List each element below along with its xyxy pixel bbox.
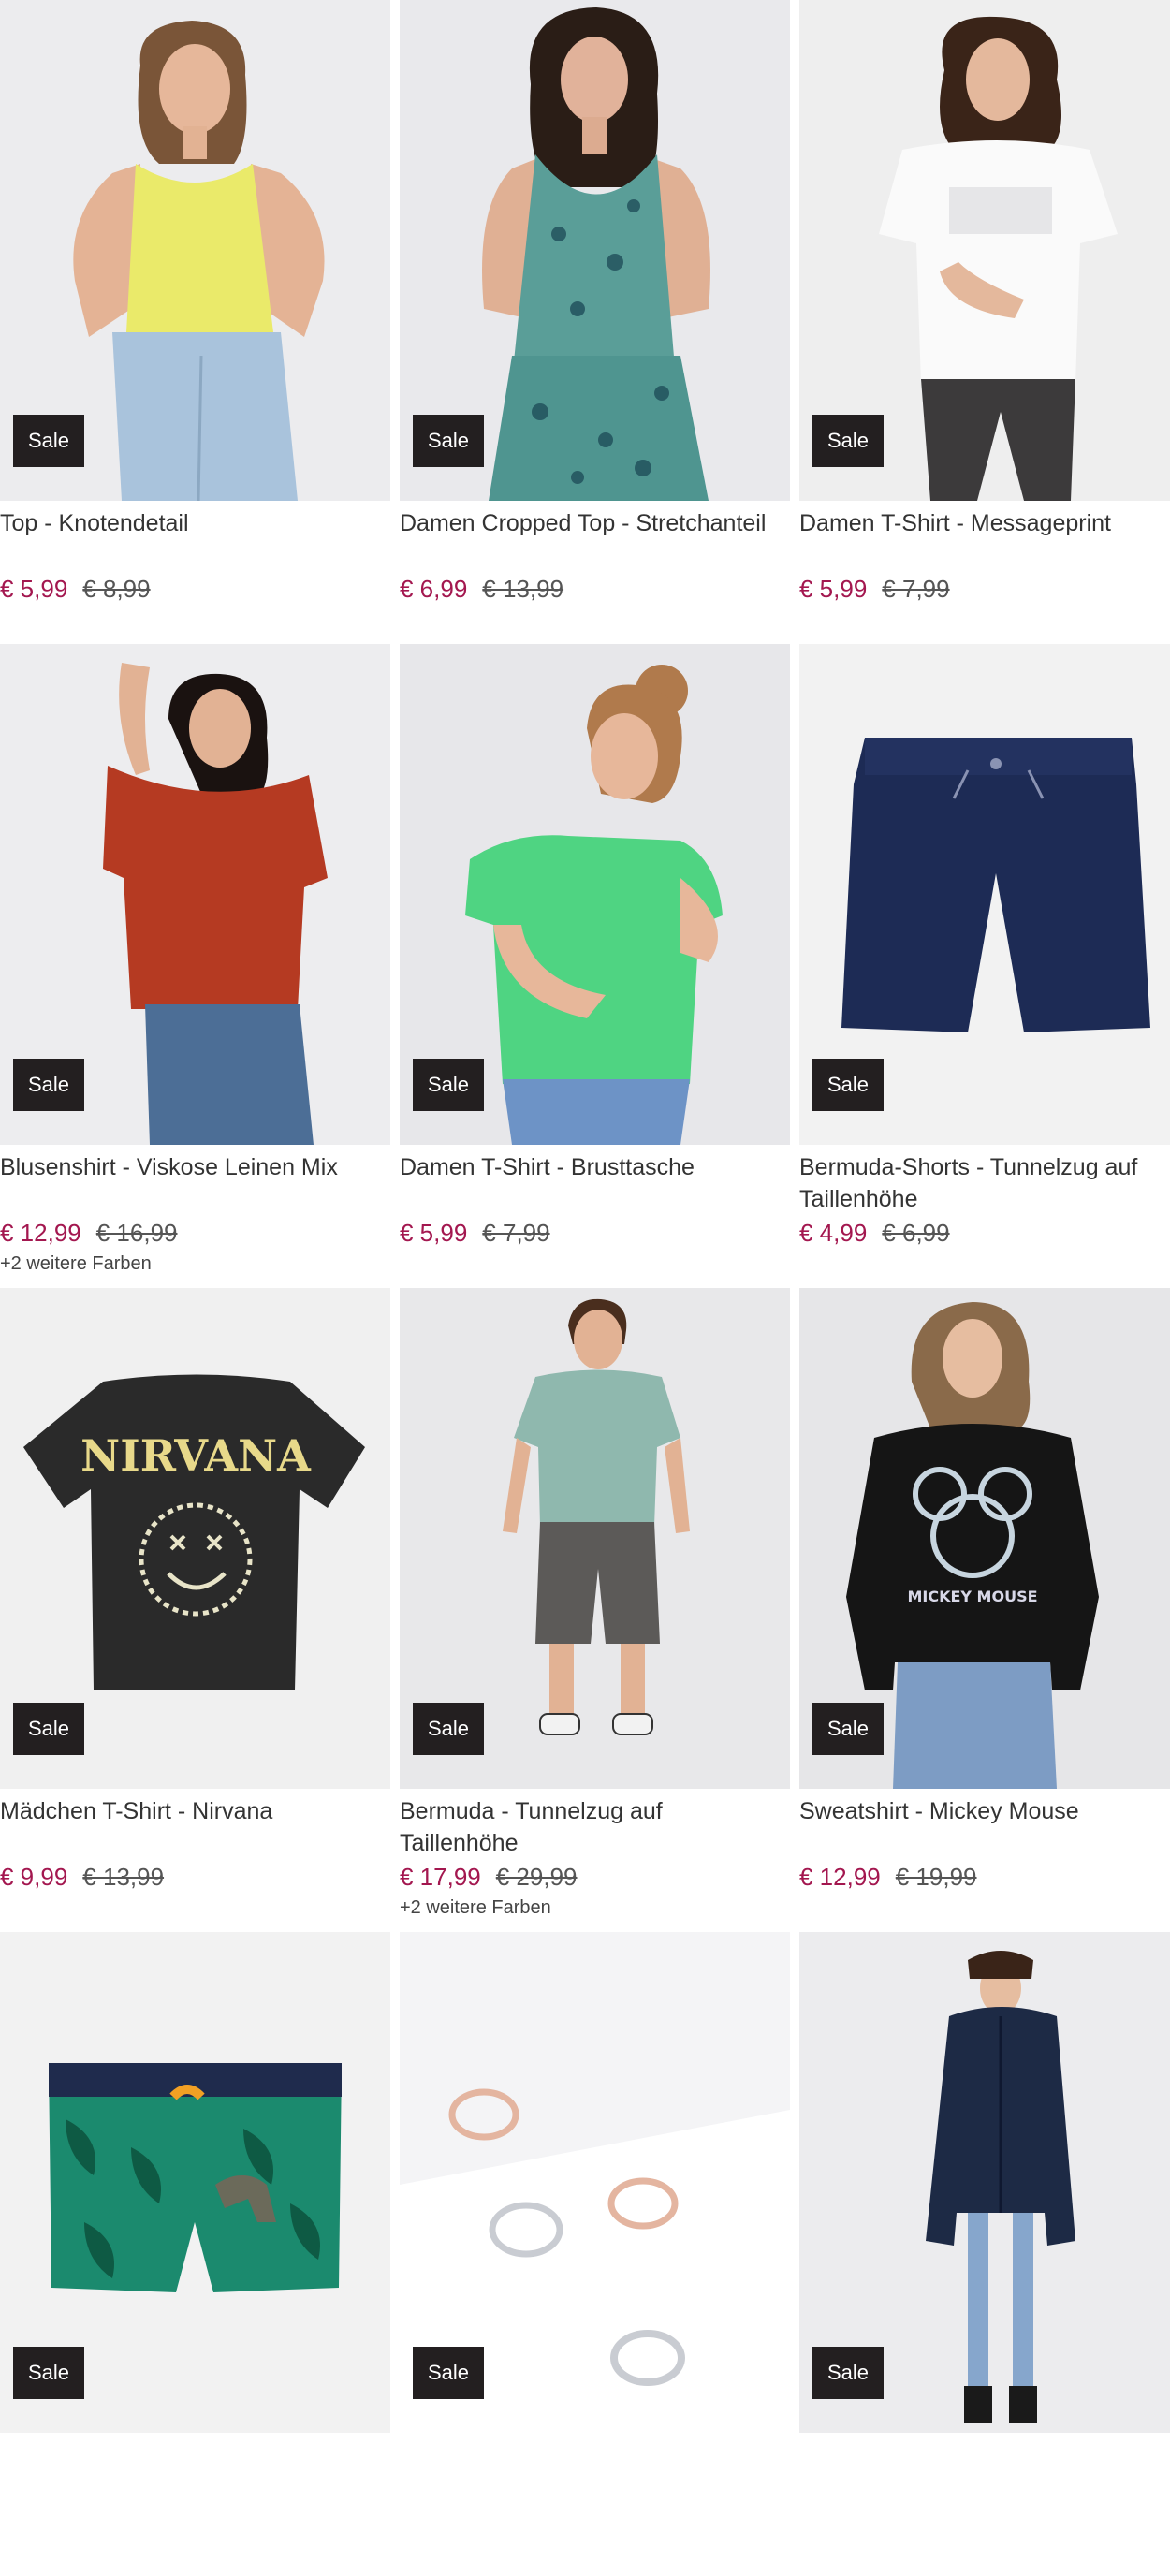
product-image[interactable]: NIRVANA Sale: [0, 1288, 390, 1789]
price-row: € 4,99 € 6,99: [799, 1219, 1170, 1248]
product-card[interactable]: NIRVANA Sale Mädchen T-Shirt - Nirvana €…: [0, 1288, 390, 1932]
original-price: € 13,99: [482, 575, 564, 603]
product-card[interactable]: Sale Damen T-Shirt - Messageprint € 5,99…: [799, 0, 1170, 644]
original-price: € 8,99: [82, 575, 151, 603]
price-row: € 17,99 € 29,99: [400, 1863, 790, 1892]
product-image[interactable]: Sale: [400, 0, 790, 501]
product-name[interactable]: Damen Cropped Top - Stretchanteil: [400, 507, 790, 571]
sale-badge: Sale: [13, 2347, 85, 2399]
price-row: € 5,99 € 8,99: [0, 575, 390, 604]
product-card[interactable]: Sale: [400, 1932, 790, 2576]
product-name[interactable]: Bermuda - Tunnelzug auf Taillenhöhe: [400, 1795, 790, 1859]
product-card[interactable]: Sale Damen Cropped Top - Stretchanteil €…: [400, 0, 790, 644]
sale-badge: Sale: [413, 1703, 485, 1755]
sale-badge: Sale: [812, 2347, 885, 2399]
sale-price: € 12,99: [0, 1219, 81, 1247]
product-image[interactable]: Sale: [400, 644, 790, 1145]
original-price: € 16,99: [95, 1219, 178, 1247]
product-name[interactable]: Damen T-Shirt - Brusttasche: [400, 1151, 790, 1215]
product-image[interactable]: Sale: [400, 1288, 790, 1789]
product-name[interactable]: Top - Knotendetail: [0, 507, 390, 571]
product-image[interactable]: Sale: [799, 644, 1170, 1145]
product-image[interactable]: Sale: [0, 0, 390, 501]
price-row: € 5,99 € 7,99: [799, 575, 1170, 604]
more-colors-link[interactable]: +2 weitere Farben: [0, 1253, 390, 1275]
nirvana-print-text: NIRVANA: [80, 1430, 312, 1481]
original-price: € 19,99: [895, 1863, 977, 1891]
product-name[interactable]: Sweatshirt - Mickey Mouse: [799, 1795, 1170, 1859]
product-image[interactable]: Sale: [799, 1932, 1170, 2433]
product-card[interactable]: Sale Bermuda-Shorts - Tunnelzug auf Tail…: [799, 644, 1170, 1288]
product-grid: Sale Top - Knotendetail € 5,99 € 8,99 Sa…: [0, 0, 1170, 2576]
product-name[interactable]: Blusenshirt - Viskose Leinen Mix: [0, 1151, 390, 1215]
original-price: € 7,99: [882, 575, 950, 603]
product-image[interactable]: Sale: [0, 1932, 390, 2433]
price-row: € 12,99 € 16,99: [0, 1219, 390, 1248]
sale-badge: Sale: [413, 415, 485, 467]
original-price: € 7,99: [482, 1219, 550, 1247]
product-card[interactable]: Sale Blusenshirt - Viskose Leinen Mix € …: [0, 644, 390, 1288]
product-name[interactable]: Bermuda-Shorts - Tunnelzug auf Taillenhö…: [799, 1151, 1170, 1215]
product-card[interactable]: MICKEY MOUSE Sale Sweatshirt - Mickey Mo…: [799, 1288, 1170, 1932]
product-image[interactable]: MICKEY MOUSE Sale: [799, 1288, 1170, 1789]
sale-badge: Sale: [812, 1059, 885, 1111]
product-name[interactable]: Damen T-Shirt - Messageprint: [799, 507, 1170, 571]
product-image[interactable]: Sale: [799, 0, 1170, 501]
sale-price: € 5,99: [400, 1219, 468, 1247]
sale-price: € 9,99: [0, 1863, 68, 1891]
original-price: € 29,99: [495, 1863, 578, 1891]
original-price: € 6,99: [882, 1219, 950, 1247]
sale-badge: Sale: [413, 2347, 485, 2399]
sale-price: € 4,99: [799, 1219, 868, 1247]
sale-price: € 12,99: [799, 1863, 881, 1891]
sale-price: € 5,99: [0, 575, 68, 603]
product-card[interactable]: Sale: [0, 1932, 390, 2576]
price-row: € 12,99 € 19,99: [799, 1863, 1170, 1892]
mickey-print-text: MICKEY MOUSE: [907, 1588, 1037, 1605]
product-image[interactable]: Sale: [0, 644, 390, 1145]
sale-badge: Sale: [13, 1703, 85, 1755]
sale-badge: Sale: [812, 415, 885, 467]
price-row: € 5,99 € 7,99: [400, 1219, 790, 1248]
original-price: € 13,99: [82, 1863, 165, 1891]
sale-price: € 6,99: [400, 575, 468, 603]
sale-price: € 17,99: [400, 1863, 481, 1891]
sale-badge: Sale: [413, 1059, 485, 1111]
product-name[interactable]: Mädchen T-Shirt - Nirvana: [0, 1795, 390, 1859]
sale-badge: Sale: [13, 415, 85, 467]
product-image[interactable]: Sale: [400, 1932, 790, 2433]
more-colors-link[interactable]: +2 weitere Farben: [400, 1897, 790, 1919]
product-card[interactable]: Sale Bermuda - Tunnelzug auf Taillenhöhe…: [400, 1288, 790, 1932]
sale-badge: Sale: [13, 1059, 85, 1111]
sale-price: € 5,99: [799, 575, 868, 603]
product-card[interactable]: Sale Top - Knotendetail € 5,99 € 8,99: [0, 0, 390, 644]
sale-badge: Sale: [812, 1703, 885, 1755]
price-row: € 9,99 € 13,99: [0, 1863, 390, 1892]
price-row: € 6,99 € 13,99: [400, 575, 790, 604]
product-card[interactable]: Sale: [799, 1932, 1170, 2576]
product-card[interactable]: Sale Damen T-Shirt - Brusttasche € 5,99 …: [400, 644, 790, 1288]
